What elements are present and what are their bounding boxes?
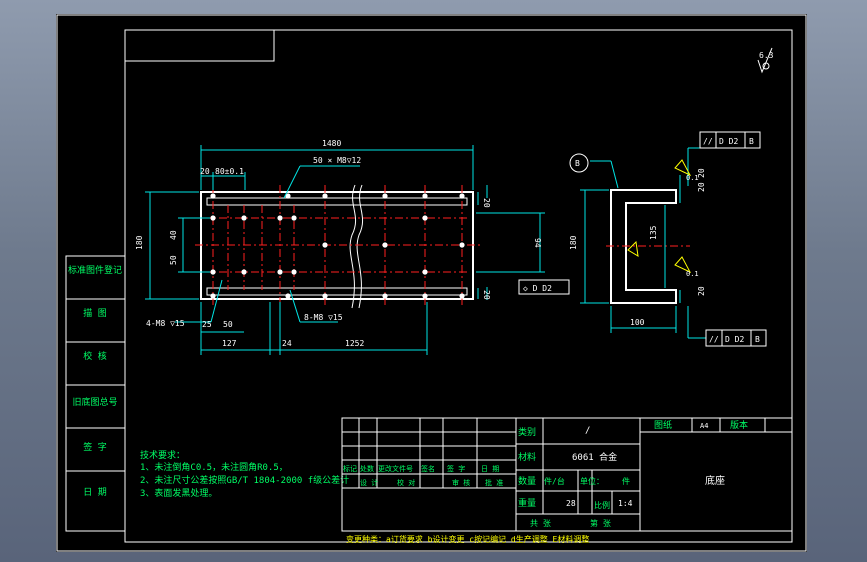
rev-col-5: 日 期 bbox=[481, 465, 499, 473]
unit-value: 件 bbox=[622, 476, 630, 486]
cad-viewport[interactable]: 6.3 标准图件登记 描 图 校 核 旧底图总号 签 字 日 期 ◇ D D2 … bbox=[0, 0, 867, 562]
parallel-top-0: // bbox=[703, 137, 713, 146]
rev-col-4: 签 字 bbox=[447, 464, 465, 473]
sign-col-2: 审 核 bbox=[452, 478, 470, 487]
parallel-top-2: B bbox=[749, 137, 754, 146]
holes-note: 50 × M8▽12 bbox=[313, 156, 361, 165]
sign-col-0: 设 计 bbox=[360, 478, 378, 487]
rev-col-0: 标记 bbox=[343, 464, 357, 473]
dim-24: 24 bbox=[282, 339, 292, 348]
tech-req-title: 技术要求： bbox=[140, 449, 185, 461]
type-label: 类别 bbox=[518, 426, 536, 438]
section-20b: 20 bbox=[697, 182, 706, 192]
material-value: 6061 合金 bbox=[572, 451, 617, 463]
rev-col-1: 处数 bbox=[360, 464, 374, 473]
parallel-bottom-2: B bbox=[755, 335, 760, 344]
tech-req-line-2: 3、表面发黑处理。 bbox=[140, 487, 217, 499]
sheets-label: 共 张 bbox=[530, 519, 551, 528]
section-height: 180 bbox=[569, 235, 578, 250]
qty-units: 件/台 bbox=[544, 476, 565, 486]
ratio-value: 1:4 bbox=[618, 499, 633, 508]
dim-25: 25 bbox=[202, 320, 212, 329]
drawing-canvas: 6.3 标准图件登记 描 图 校 核 旧底图总号 签 字 日 期 ◇ D D2 … bbox=[56, 14, 807, 552]
dim-right-20b: 20 bbox=[482, 290, 491, 300]
dim-1252: 1252 bbox=[345, 339, 364, 348]
dim-94: 94 bbox=[533, 238, 542, 248]
parallel-bottom-1: D D2 bbox=[725, 335, 744, 344]
dim-50: 50 bbox=[169, 255, 178, 265]
weight-value: 28 bbox=[566, 499, 576, 508]
left-label-5: 日 期 bbox=[83, 487, 106, 498]
material-label: 材料 bbox=[518, 451, 536, 463]
version-label: 版本 bbox=[730, 419, 748, 431]
dim-80: 80±0.1 bbox=[215, 167, 244, 176]
flatness-b: 0.1 bbox=[686, 270, 699, 278]
left-label-4: 签 字 bbox=[83, 441, 106, 453]
tech-req-line-1: 2、未注尺寸公差按照GB/T 1804-2000 f级公差计 bbox=[140, 474, 349, 486]
dim-height: 180 bbox=[135, 235, 144, 250]
left-label-0: 标准图件登记 bbox=[68, 264, 122, 276]
change-note: 变更种类：a订货要求 b设计变更 c按记编记 d生产调整 E材料调整 bbox=[346, 534, 589, 544]
counterbore-left: 4-M8 ▽15 bbox=[146, 319, 185, 328]
left-label-2: 校 核 bbox=[83, 350, 106, 362]
dim-40: 40 bbox=[169, 230, 178, 240]
dim-127: 127 bbox=[222, 339, 237, 348]
dim-20: 20 bbox=[200, 167, 210, 176]
dim-right-20a: 20 bbox=[482, 198, 491, 208]
left-label-1: 描 图 bbox=[83, 307, 106, 319]
ratio-label: 比例 bbox=[594, 500, 610, 510]
dim-overall-length: 1480 bbox=[322, 139, 341, 148]
left-label-3: 旧底图总号 bbox=[72, 396, 117, 408]
type-value: / bbox=[585, 426, 590, 436]
counterbore-mid: 8-M8 ▽15 bbox=[304, 313, 343, 322]
qty-label: 数量 bbox=[518, 475, 536, 487]
drawing-size-value: A4 bbox=[700, 422, 708, 430]
sign-col-3: 批 准 bbox=[485, 478, 503, 487]
datum-b: B bbox=[575, 159, 580, 168]
part-name: 底座 bbox=[705, 474, 725, 487]
parallel-bottom-0: // bbox=[709, 335, 719, 344]
section-100: 100 bbox=[630, 318, 645, 327]
sign-col-1: 校 对 bbox=[397, 478, 415, 487]
roughness-value: 6.3 bbox=[759, 51, 774, 60]
tech-req-line-0: 1、未注倒角C0.5，未注圆角R0.5， bbox=[140, 461, 288, 473]
flatness-a: 0.1 bbox=[686, 174, 699, 182]
drawing-size-label: 图纸 bbox=[654, 419, 672, 431]
section-135: 135 bbox=[649, 225, 658, 240]
sheet-label: 第 张 bbox=[590, 518, 611, 528]
position-tolerance-text: ◇ D D2 bbox=[523, 284, 552, 293]
unit-label: 单位： bbox=[580, 476, 604, 486]
section-20c: 20 bbox=[697, 286, 706, 296]
rev-col-2: 更改文件号 bbox=[378, 464, 413, 473]
dim-50b: 50 bbox=[223, 320, 233, 329]
parallel-top-1: D D2 bbox=[719, 137, 738, 146]
weight-label: 重量 bbox=[518, 497, 536, 509]
rev-col-3: 签名 bbox=[421, 464, 435, 473]
